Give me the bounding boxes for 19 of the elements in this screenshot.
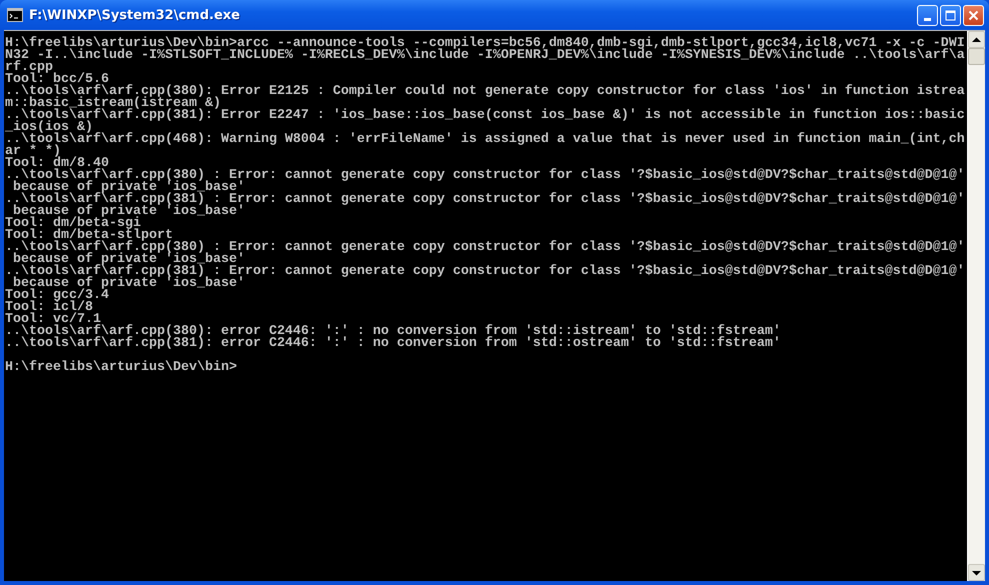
console-icon [7, 8, 23, 22]
scroll-down-button[interactable] [968, 564, 985, 581]
maximize-button[interactable] [940, 4, 961, 26]
scrollbar[interactable] [967, 31, 985, 581]
command-prompt: H:\freelibs\arturius\Dev\bin> [5, 362, 238, 374]
console-line: ..\tools\arf\arf.cpp(468): Warning W8004 : 'errFileName' is assigned a value that is never used in function main_(int,ch [5, 134, 966, 146]
console-line: ..\tools\arf\arf.cpp(381): error C2446: ':' : no conversion from 'std::ostream' to 'std::fstream' [5, 338, 782, 350]
console-line: ..\tools\arf\arf.cpp(381): Error E2247 : 'ios_base::ios_base(const ios_base &)' is not accessible in function ios::basic [5, 110, 966, 122]
scroll-up-button[interactable] [968, 31, 985, 48]
minimize-icon [924, 18, 931, 20]
window-title: F:\WINXP\System32\cmd.exe [29, 8, 241, 22]
minimize-button[interactable] [917, 4, 938, 26]
close-button[interactable] [963, 4, 984, 26]
maximize-icon [945, 10, 956, 20]
close-icon [968, 10, 979, 20]
up-arrow-icon [972, 36, 981, 42]
console-line: rf.cpp [5, 62, 54, 74]
down-arrow-icon [972, 570, 981, 576]
scroll-thumb[interactable] [968, 48, 985, 65]
